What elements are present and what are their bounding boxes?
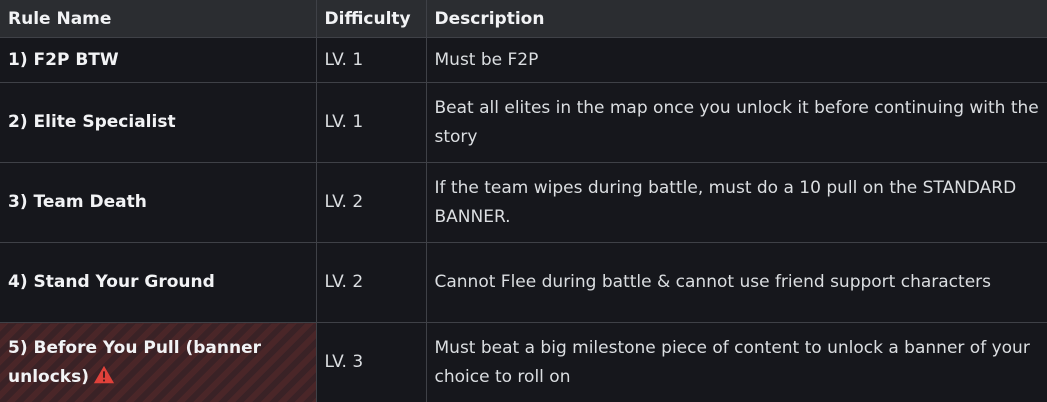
rule-name-cell: 2) Elite Specialist [0,82,317,164]
table-row: 5) Before You Pull (banner unlocks) LV. … [0,322,1047,402]
description-cell: Beat all elites in the map once you unlo… [425,82,1047,164]
table-row: 2) Elite Specialist LV. 1 Beat all elite… [0,82,1047,164]
table-row: 4) Stand Your Ground LV. 2 Cannot Flee d… [0,242,1047,324]
table-row: 1) F2P BTW LV. 1 Must be F2P [0,36,1047,84]
description-cell: Must be F2P [425,36,1047,84]
difficulty-cell: LV. 3 [315,322,427,402]
difficulty-cell: LV. 1 [315,36,427,84]
rule-name-cell: 4) Stand Your Ground [0,242,317,324]
rule-name-cell: 5) Before You Pull (banner unlocks) [0,322,317,402]
rule-name-cell: 3) Team Death [0,162,317,244]
rule-name-cell: 1) F2P BTW [0,36,317,84]
description-cell: Must beat a big milestone piece of conte… [425,322,1047,402]
warning-icon [93,365,115,383]
difficulty-cell: LV. 1 [315,82,427,164]
rules-table: Rule Name Difficulty Description 1) F2P … [0,0,1047,402]
difficulty-cell: LV. 2 [315,242,427,324]
difficulty-cell: LV. 2 [315,162,427,244]
table-row: 3) Team Death LV. 2 If the team wipes du… [0,162,1047,244]
header-difficulty: Difficulty [315,0,427,38]
header-rule-name: Rule Name [0,0,317,38]
header-description: Description [425,0,1047,38]
description-cell: If the team wipes during battle, must do… [425,162,1047,244]
description-cell: Cannot Flee during battle & cannot use f… [425,242,1047,324]
table-header-row: Rule Name Difficulty Description [0,0,1047,38]
rule-name-text: 5) Before You Pull (banner unlocks) [8,337,262,387]
